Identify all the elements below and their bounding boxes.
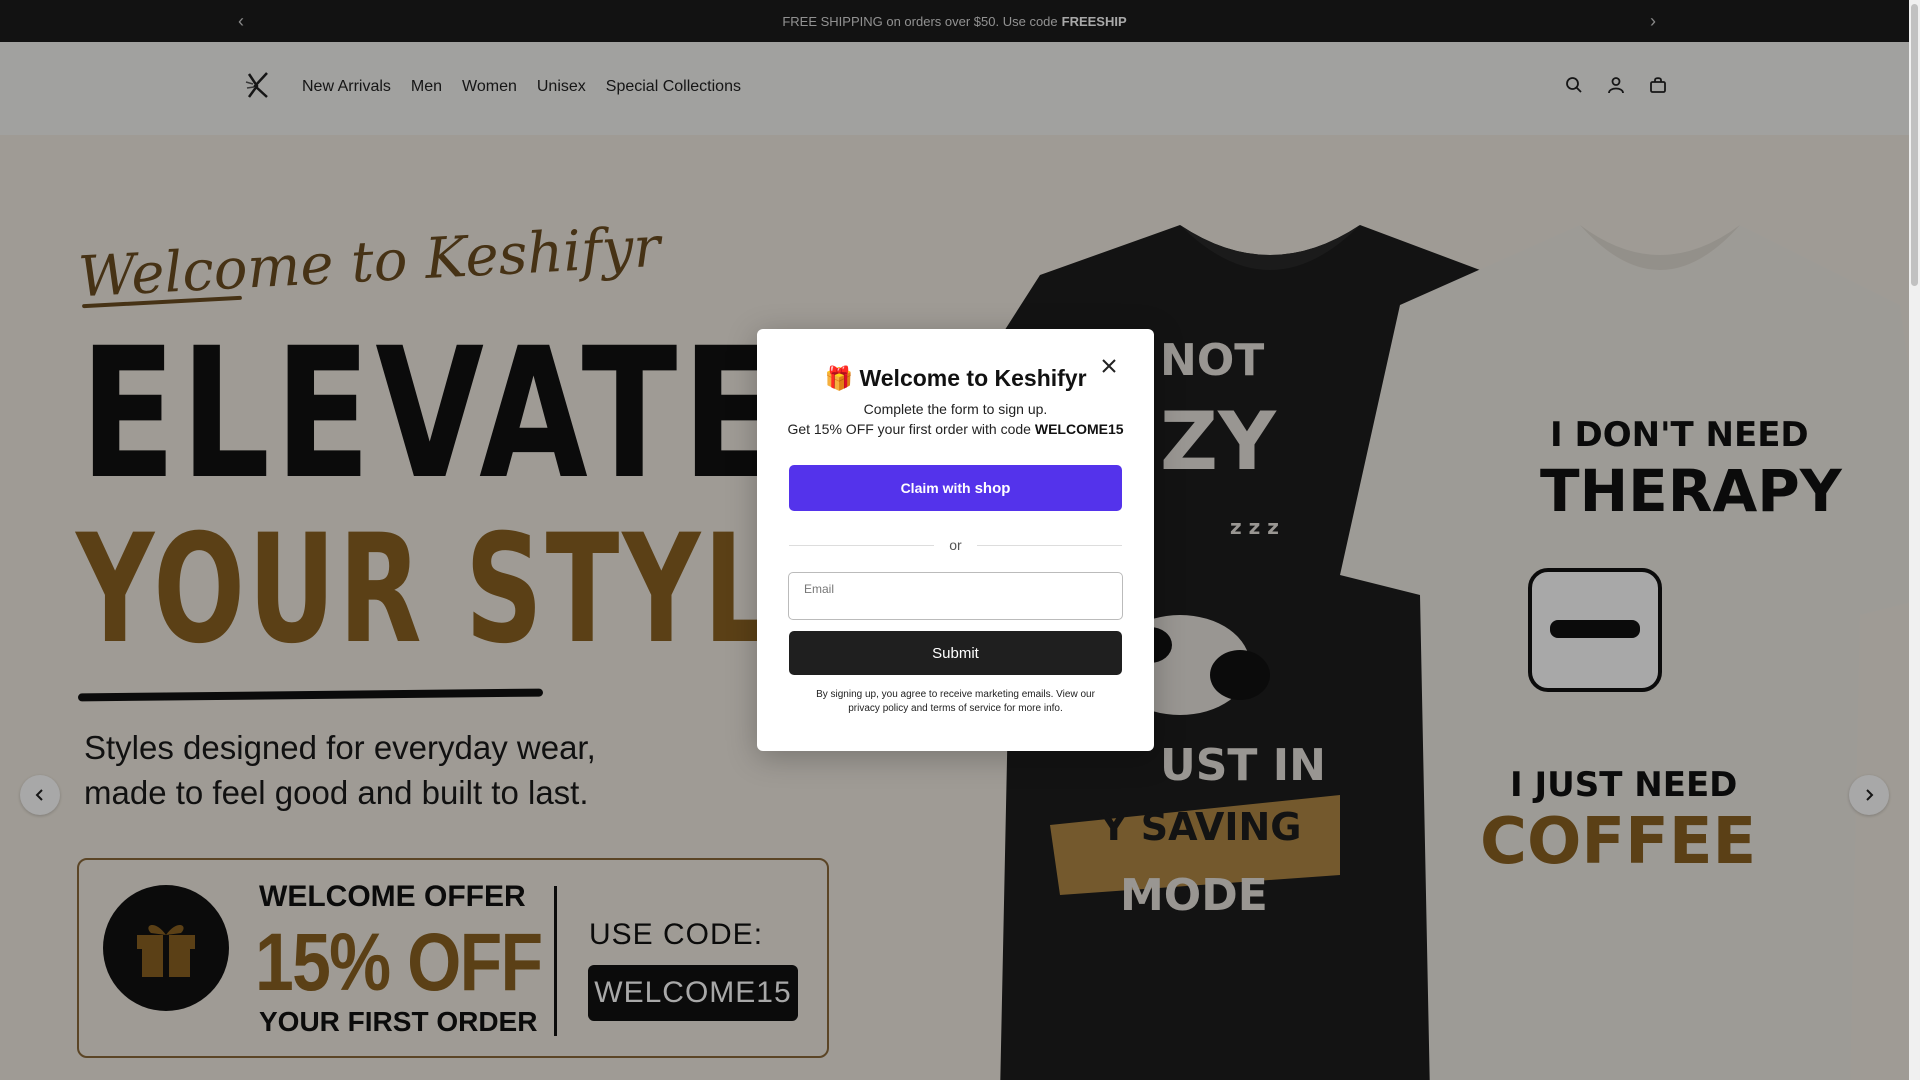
divider-line-right: [977, 545, 1122, 546]
modal-desc-1: Complete the form to sign up.: [863, 401, 1048, 417]
legal-text: By signing up, you agree to receive mark…: [816, 689, 1095, 714]
scrollbar-thumb[interactable]: [1911, 4, 1918, 286]
page-scrollbar[interactable]: [1909, 0, 1920, 1080]
modal-desc-2: Get 15% OFF your first order with code W…: [757, 421, 1154, 437]
shop-brand-logo: shop: [974, 479, 1011, 497]
modal-title-text: Welcome to Keshifyr: [859, 365, 1087, 391]
or-divider: or: [789, 535, 1122, 555]
modal-desc-2-text: Get 15% OFF your first order with code: [787, 421, 1031, 437]
signup-modal: 🎁 Welcome to Keshifyr Complete the form …: [757, 329, 1154, 751]
email-placeholder: Email: [804, 582, 835, 596]
shop-button-label: Claim with: [900, 480, 971, 496]
gift-emoji-icon: 🎁: [824, 365, 854, 391]
email-field[interactable]: Email: [788, 572, 1123, 620]
submit-button[interactable]: Submit: [789, 631, 1122, 675]
modal-title: 🎁 Welcome to Keshifyr: [757, 365, 1154, 392]
claim-with-shop-button[interactable]: Claim with shop: [789, 465, 1122, 511]
modal-desc-code: WELCOME15: [1034, 421, 1124, 437]
